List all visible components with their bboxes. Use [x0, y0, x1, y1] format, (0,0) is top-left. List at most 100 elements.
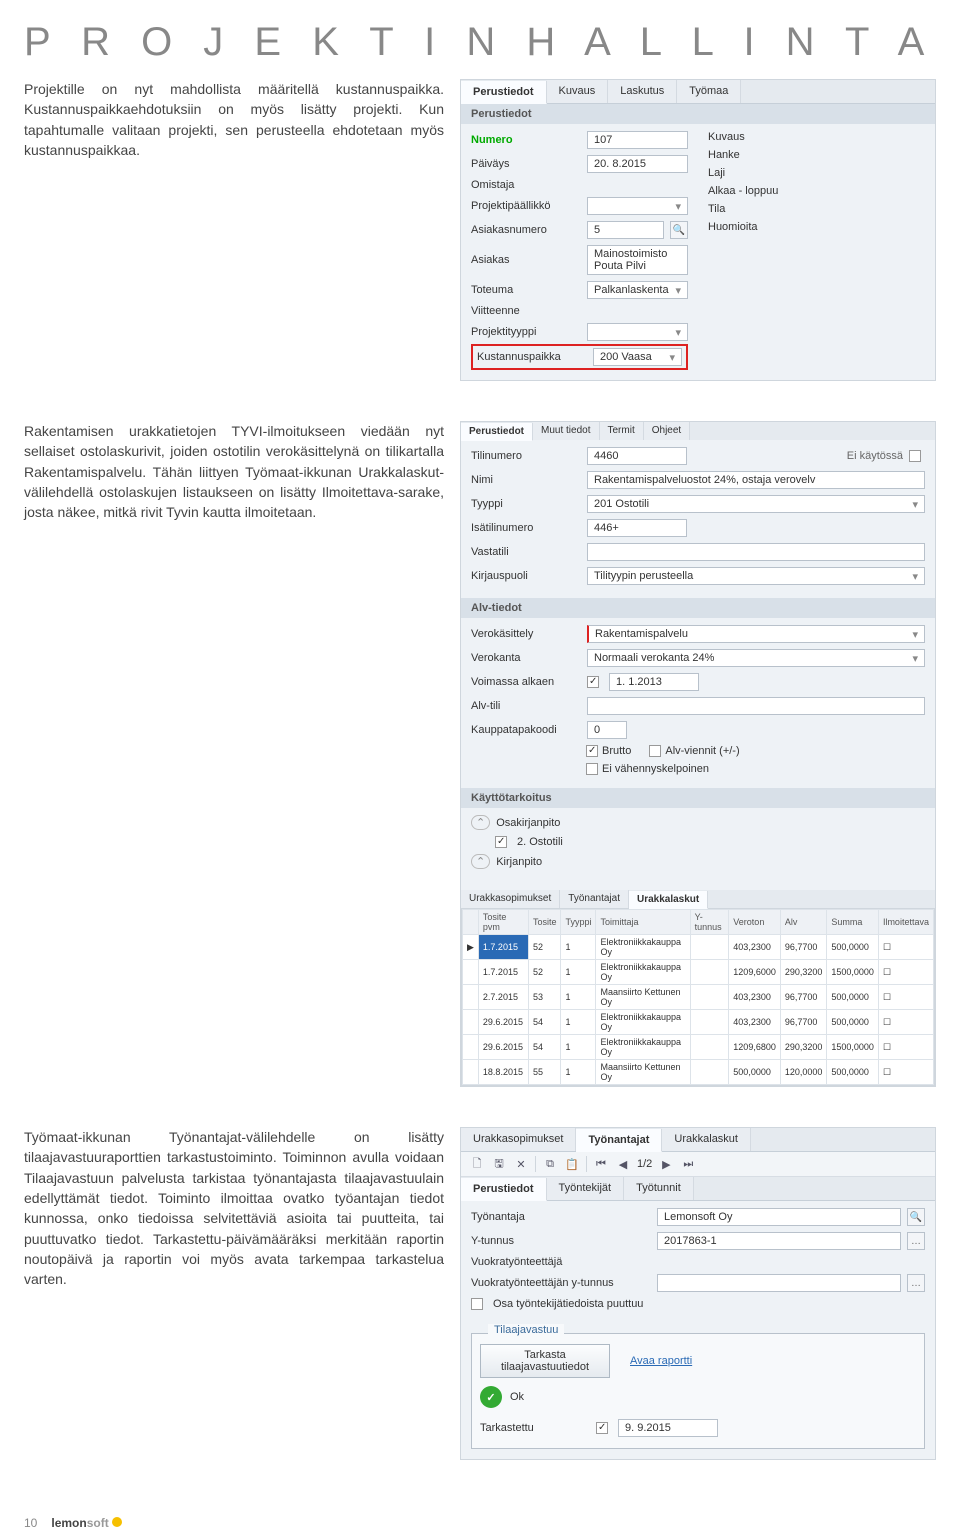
- tarkasta-button[interactable]: Tarkasta tilaajavastuutiedot: [480, 1344, 610, 1378]
- page-title: P R O J E K T I N H A L L I N T A: [24, 20, 936, 65]
- paallikko-select[interactable]: [587, 197, 688, 215]
- kt-ostotili-checkbox[interactable]: [495, 836, 507, 848]
- alvtili-field[interactable]: [587, 697, 925, 715]
- search-icon[interactable]: 🔍: [907, 1208, 925, 1226]
- tab-perustiedot2[interactable]: Perustiedot: [461, 423, 533, 441]
- asiakasnumero-field[interactable]: 5: [587, 221, 664, 239]
- ok-label: Ok: [510, 1391, 524, 1403]
- tab-tyomaa[interactable]: Työmaa: [677, 80, 741, 103]
- delete-icon[interactable]: ✕: [513, 1156, 529, 1172]
- tilaajavastuu-title: Tilaajavastuu: [488, 1324, 564, 1336]
- label-tilinumero: Tilinumero: [471, 450, 581, 462]
- isatilinumero-field[interactable]: 446+: [587, 519, 687, 537]
- label-kuvaus: Kuvaus: [708, 131, 798, 143]
- voimassa-checkbox[interactable]: [587, 676, 599, 688]
- tyyppi-select[interactable]: 201 Ostotili: [587, 495, 925, 513]
- tarkastettu-date[interactable]: 9. 9.2015: [618, 1419, 718, 1437]
- kt-ostotili-label: 2. Ostotili: [517, 836, 563, 848]
- search-icon[interactable]: 🔍: [670, 221, 688, 239]
- subtab-tyontekijat[interactable]: Työntekijät: [547, 1177, 625, 1200]
- next-icon[interactable]: ▶: [658, 1156, 674, 1172]
- alv-header: Alv-tiedot: [461, 598, 935, 618]
- chevron-up-icon[interactable]: ⌃: [471, 815, 490, 830]
- body-paragraph-2: Rakentamisen urakkatietojen TYVI-ilmoitu…: [24, 421, 444, 522]
- ei-kaytossa-label: Ei käytössä: [847, 450, 903, 462]
- alvviennit-label: Alv-viennit (+/-): [665, 745, 739, 757]
- eivahennys-checkbox[interactable]: [586, 763, 598, 775]
- label-viitteenne: Viitteenne: [471, 305, 581, 317]
- label-numero: Numero: [471, 134, 581, 146]
- paivays-field[interactable]: 20. 8.2015: [587, 155, 688, 173]
- label-asiakas: Asiakas: [471, 254, 581, 266]
- tab3-tyonantajat[interactable]: Työnantajat: [576, 1129, 662, 1152]
- label-prtyyppi: Projektityyppi: [471, 326, 581, 338]
- body-paragraph-3: Työmaat-ikkunan Työnantajat-välilehdelle…: [24, 1127, 444, 1289]
- label-toteuma: Toteuma: [471, 284, 581, 296]
- label-kauppatapa: Kauppatapakoodi: [471, 724, 581, 736]
- chevron-up-icon[interactable]: ⌃: [471, 854, 490, 869]
- tab-termit[interactable]: Termit: [600, 422, 644, 440]
- vastatili-field[interactable]: [587, 543, 925, 561]
- kauppatapa-field[interactable]: 0: [587, 721, 627, 739]
- paste-icon[interactable]: 📋: [564, 1156, 580, 1172]
- new-icon[interactable]: 🗋: [469, 1156, 485, 1172]
- avaa-raportti-link[interactable]: Avaa raportti: [630, 1355, 692, 1367]
- label-laji: Laji: [708, 167, 798, 179]
- kustannuspaikka-select[interactable]: 200 Vaasa: [593, 348, 682, 366]
- label-vastatili: Vastatili: [471, 546, 581, 558]
- tarkastettu-checkbox[interactable]: [596, 1422, 608, 1434]
- first-icon[interactable]: ⏮: [593, 1156, 609, 1172]
- label-tyyppi: Tyyppi: [471, 498, 581, 510]
- more-icon[interactable]: …: [907, 1232, 925, 1250]
- ei-kaytossa-checkbox[interactable]: [909, 450, 921, 462]
- label-isatilinumero: Isätilinumero: [471, 522, 581, 534]
- tab-perustiedot[interactable]: Perustiedot: [461, 81, 547, 104]
- grid-tab-tyonantajat[interactable]: Työnantajat: [560, 890, 629, 908]
- label-huomioita: Huomioita: [708, 221, 798, 233]
- prtyyppi-select[interactable]: [587, 323, 688, 341]
- kt-header: Käyttötarkoitus: [461, 788, 935, 808]
- brutto-checkbox[interactable]: [586, 745, 598, 757]
- puuttuu-label: Osa työntekijätiedoista puuttuu: [493, 1298, 643, 1310]
- vuokray-field[interactable]: [657, 1274, 901, 1292]
- numero-field[interactable]: 107: [587, 131, 688, 149]
- verokanta-select[interactable]: Normaali verokanta 24%: [587, 649, 925, 667]
- nimi-field[interactable]: Rakentamispalveluostot 24%, ostaja verov…: [587, 471, 925, 489]
- label-alvtili: Alv-tili: [471, 700, 581, 712]
- label-verokasittely: Verokäsittely: [471, 628, 581, 640]
- verokasittely-select[interactable]: Rakentamispalvelu: [587, 625, 925, 643]
- subtab-tyotunnit[interactable]: Työtunnit: [624, 1177, 694, 1200]
- project-basicinfo-panel: Perustiedot Kuvaus Laskutus Työmaa Perus…: [460, 79, 936, 381]
- kt-osakirjanpito: Osakirjanpito: [496, 817, 560, 829]
- urakkalaskut-grid[interactable]: Tosite pvmTositeTyyppiToimittajaY-tunnus…: [461, 908, 935, 1086]
- kirjauspuoli-select[interactable]: Tilityypin perusteella: [587, 567, 925, 585]
- tab3-urakkalaskut[interactable]: Urakkalaskut: [662, 1128, 751, 1151]
- grid-tab-urakkalaskut[interactable]: Urakkalaskut: [629, 891, 708, 909]
- save-icon[interactable]: 🖫: [491, 1156, 507, 1172]
- subtab-perustiedot[interactable]: Perustiedot: [461, 1178, 547, 1201]
- label-paivays: Päiväys: [471, 158, 581, 170]
- tab-ohjeet[interactable]: Ohjeet: [644, 422, 690, 440]
- tilinumero-field[interactable]: 4460: [587, 447, 687, 465]
- label-vuokray: Vuokratyönteettäjän y-tunnus: [471, 1277, 651, 1289]
- toteuma-select[interactable]: Palkanlaskenta: [587, 281, 688, 299]
- grid-tab-urakkasop[interactable]: Urakkasopimukset: [461, 890, 560, 908]
- pager-label: 1/2: [637, 1158, 652, 1170]
- tab-laskutus[interactable]: Laskutus: [608, 80, 677, 103]
- last-icon[interactable]: ⏭: [680, 1156, 696, 1172]
- alvviennit-checkbox[interactable]: [649, 745, 661, 757]
- prev-icon[interactable]: ◀: [615, 1156, 631, 1172]
- copy-icon[interactable]: ⧉: [542, 1156, 558, 1172]
- ytunnus-field[interactable]: 2017863-1: [657, 1232, 901, 1250]
- more-icon[interactable]: …: [907, 1274, 925, 1292]
- puuttuu-checkbox[interactable]: [471, 1298, 483, 1310]
- tyonantaja-field[interactable]: Lemonsoft Oy: [657, 1208, 901, 1226]
- brand-dot-icon: [112, 1517, 122, 1527]
- tab-muuttiedot[interactable]: Muut tiedot: [533, 422, 599, 440]
- label-asiakasnumero: Asiakasnumero: [471, 224, 581, 236]
- tab3-urakkasop[interactable]: Urakkasopimukset: [461, 1128, 576, 1151]
- kt-kirjanpito: Kirjanpito: [496, 856, 542, 868]
- voimassa-date[interactable]: 1. 1.2013: [609, 673, 699, 691]
- tab-kuvaus[interactable]: Kuvaus: [547, 80, 609, 103]
- asiakas-field[interactable]: Mainostoimisto Pouta Pilvi: [587, 245, 688, 275]
